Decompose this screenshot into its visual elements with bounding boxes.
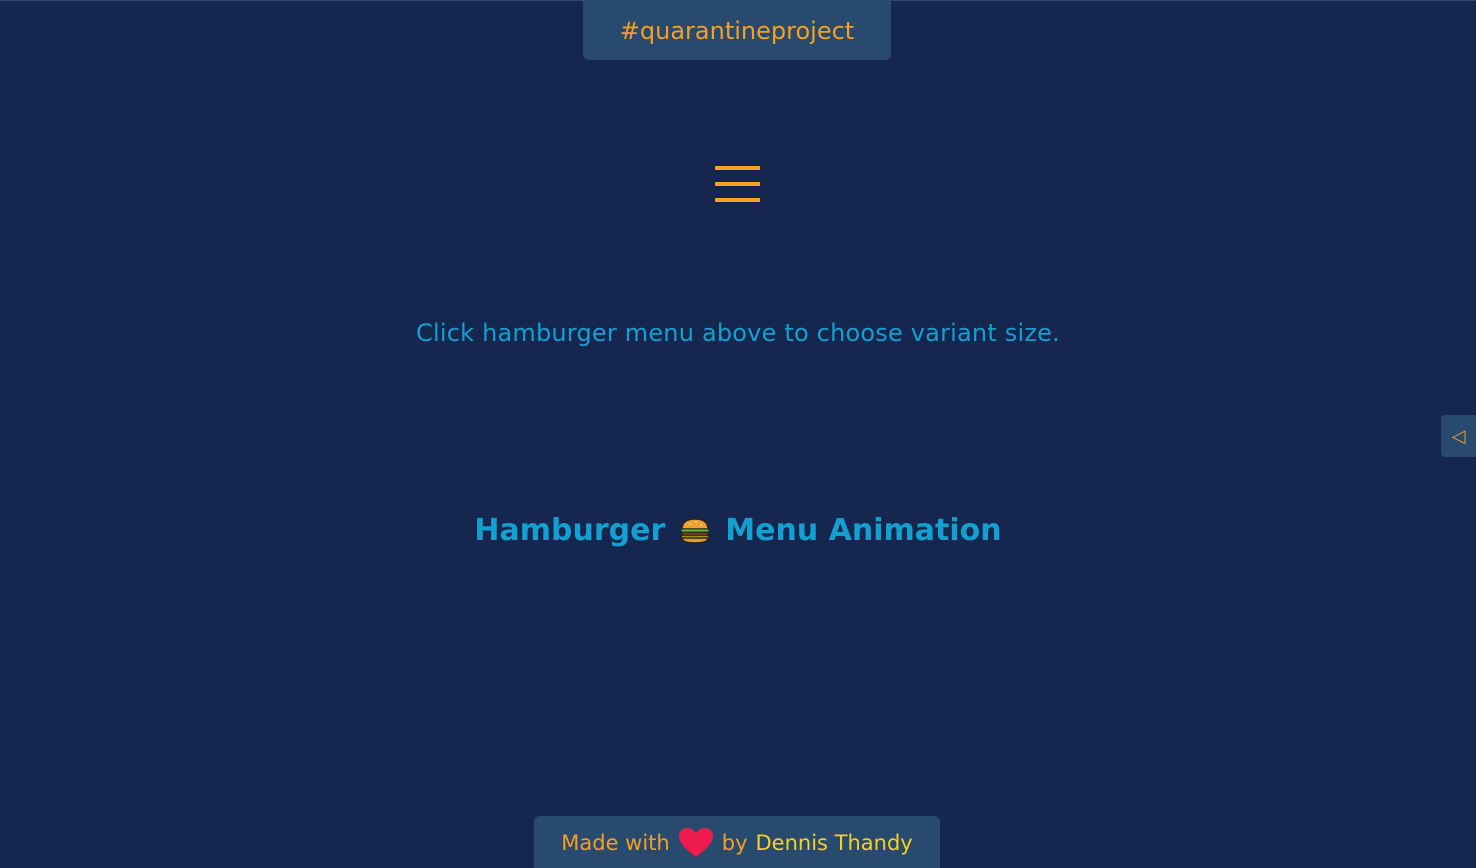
hamburger-bar-bottom (715, 198, 760, 202)
title-part-menu-animation: Menu Animation (725, 513, 1002, 548)
author-link[interactable]: Dennis Thandy (756, 831, 913, 855)
burger-icon (679, 517, 711, 545)
triangle-left-icon: ◁ (1451, 425, 1466, 447)
footer-by: by (721, 830, 748, 855)
footer-credit: Made with by Dennis Thandy (534, 816, 940, 868)
title-part-hamburger: Hamburger (474, 513, 666, 548)
side-panel-toggle-button[interactable]: ◁ (1441, 415, 1476, 457)
quarantine-project-link[interactable]: #quarantineproject (583, 1, 891, 60)
hamburger-bar-top (715, 166, 760, 170)
page-title: Hamburger Menu Animation (0, 513, 1476, 548)
heart-icon (678, 827, 714, 859)
page: #quarantineproject Click hamburger menu … (0, 0, 1476, 868)
footer-made-with: Made with (561, 830, 670, 855)
hamburger-menu-button[interactable] (713, 162, 761, 206)
hamburger-bar-middle (715, 182, 760, 186)
instruction-text: Click hamburger menu above to choose var… (416, 319, 1060, 347)
